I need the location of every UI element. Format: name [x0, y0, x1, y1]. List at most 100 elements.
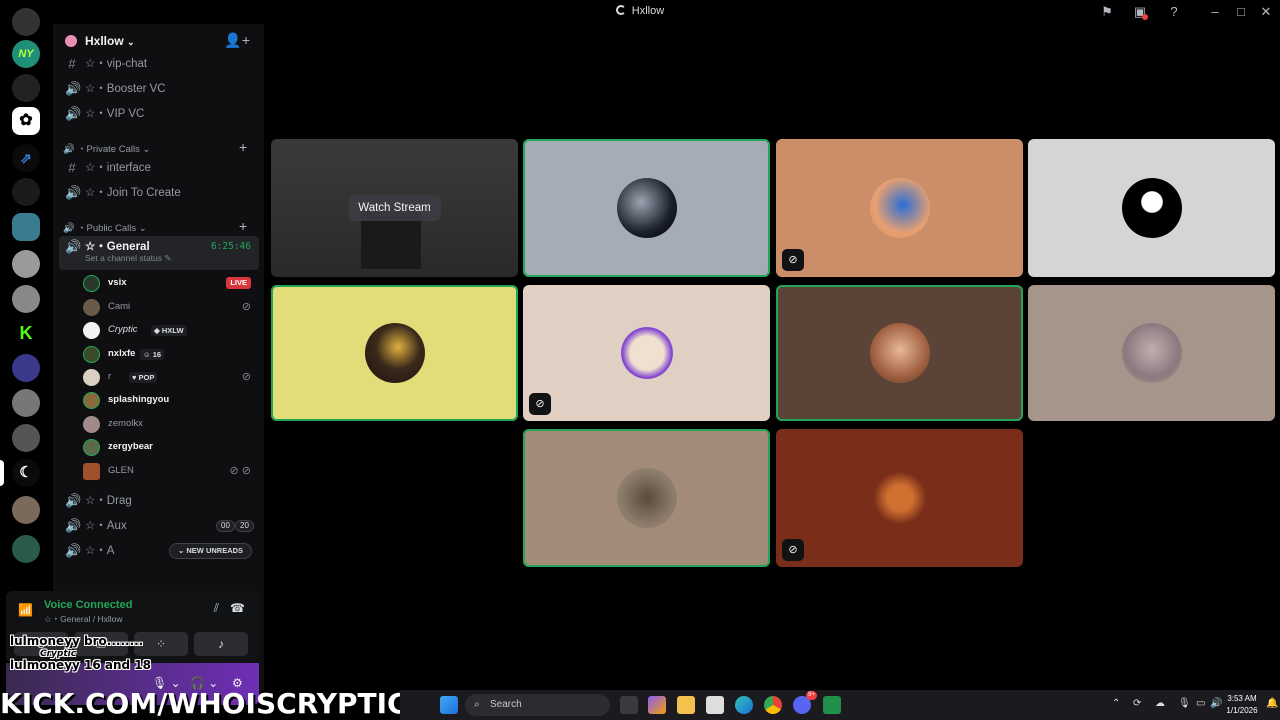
copilot-icon[interactable] — [648, 696, 666, 714]
server-icon[interactable] — [12, 496, 40, 524]
server-tag-text: HXLW — [161, 326, 184, 335]
server-icon[interactable]: ⇗ — [12, 144, 40, 172]
channel-label: ☆・interface — [85, 162, 151, 174]
speaker-icon: 🔊 — [65, 543, 82, 558]
disconnect-icon[interactable]: ☎ — [230, 601, 245, 615]
voice-user[interactable]: Cami ⊘ — [83, 296, 259, 318]
notifications-icon[interactable]: 🔔 — [1266, 698, 1278, 709]
add-channel-icon[interactable]: + — [239, 139, 247, 155]
channel-aux[interactable]: 🔊 ☆・Aux 00 20 — [59, 515, 259, 537]
server-icon-hxllow[interactable]: ☾ — [12, 459, 40, 487]
app-icon[interactable] — [823, 696, 841, 714]
network-icon[interactable]: ☁ — [1155, 698, 1165, 709]
voice-user[interactable]: Cryptic ◆ HXLW — [83, 319, 259, 341]
server-icon[interactable] — [12, 8, 40, 36]
voice-user[interactable]: GLEN ⊘ ⊘ — [83, 460, 259, 482]
channel-status-prompt[interactable]: Set a channel status ✎ — [85, 252, 172, 264]
help-icon[interactable]: ? — [1166, 4, 1182, 20]
invite-people-icon[interactable]: 👤+ — [224, 32, 250, 49]
server-icon[interactable] — [12, 354, 40, 382]
channel-interface[interactable]: # ☆・interface — [59, 157, 259, 179]
channel-general-active[interactable]: 🔊 ☆・General 6:25:46 Set a channel status… — [59, 236, 259, 270]
server-icon[interactable] — [12, 250, 40, 278]
channel-join-to-create[interactable]: 🔊 ☆・Join To Create — [59, 182, 259, 204]
window-title: Hxllow — [0, 5, 1280, 17]
windows-start-icon[interactable] — [440, 696, 458, 714]
edge-icon[interactable] — [735, 696, 753, 714]
tray-overflow-icon[interactable]: ⌃ — [1112, 698, 1120, 709]
server-icon[interactable] — [12, 74, 40, 102]
channel-drag[interactable]: 🔊 ☆・Drag — [59, 490, 259, 512]
server-icon[interactable] — [12, 389, 40, 417]
store-icon[interactable] — [706, 696, 724, 714]
voice-user[interactable]: nxlxfe ☺ 16 — [83, 343, 259, 365]
avatar — [83, 275, 100, 292]
server-icon[interactable] — [12, 285, 40, 313]
server-tag: ◆ HXLW — [151, 325, 187, 336]
server-tag: ♥ POP — [129, 372, 158, 383]
display-icon[interactable]: ▭ — [1196, 698, 1205, 709]
voice-user[interactable]: zemolkx — [83, 413, 259, 435]
voice-user-name: splashingyou — [108, 394, 170, 405]
participant-tile[interactable] — [1028, 285, 1275, 421]
server-icon[interactable] — [12, 178, 40, 206]
server-icon[interactable]: ✿ — [12, 107, 40, 135]
voice-connected-status: Voice Connected — [44, 599, 133, 611]
taskbar-search[interactable]: ⌕ Search — [465, 694, 610, 716]
participant-tile[interactable] — [1028, 139, 1275, 277]
participant-tile[interactable] — [271, 285, 518, 421]
category-public-calls[interactable]: 🔊 ・Public Calls ⌄ + — [63, 218, 247, 234]
speaker-icon: 🔊 — [65, 81, 82, 96]
participant-tile[interactable] — [523, 139, 770, 277]
participant-tile[interactable] — [523, 429, 770, 567]
channel-vip-chat[interactable]: # ☆・vip-chat — [59, 53, 259, 75]
inbox-icon[interactable]: ▣ — [1132, 4, 1148, 20]
category-private-calls[interactable]: 🔊 ・Private Calls ⌄ + — [63, 139, 247, 155]
signal-icon[interactable]: 📶 — [18, 603, 33, 617]
participant-tile[interactable]: ⊘ — [523, 285, 770, 421]
taskbar-clock[interactable]: 3:53 AM 1/1/2026 — [1222, 693, 1262, 717]
avatar — [1121, 323, 1182, 383]
server-icon[interactable] — [12, 535, 40, 563]
chrome-icon[interactable] — [764, 696, 782, 714]
add-channel-icon[interactable]: + — [239, 218, 247, 234]
channel-label: ☆・Join To Create — [85, 187, 181, 199]
discord-icon[interactable]: 9+ — [793, 691, 817, 714]
close-icon[interactable]: ✕ — [1258, 4, 1274, 20]
maximize-icon[interactable]: □ — [1233, 4, 1249, 20]
channel-booster-vc[interactable]: 🔊 ☆・Booster VC — [59, 78, 259, 100]
watch-stream-button[interactable]: Watch Stream — [348, 195, 441, 221]
tray-app-icon[interactable]: ⟳ — [1133, 698, 1141, 709]
minimize-icon[interactable]: – — [1207, 4, 1223, 20]
participant-tile[interactable] — [776, 285, 1023, 421]
voice-user[interactable]: zergybear — [83, 436, 259, 458]
avatar — [1121, 178, 1182, 238]
server-icon-kick[interactable]: K — [12, 319, 40, 347]
avatar — [83, 463, 100, 480]
volume-icon[interactable]: 🔊 — [1210, 698, 1222, 709]
channel-vip-vc[interactable]: 🔊 ☆・VIP VC — [59, 103, 259, 125]
participant-tile[interactable]: ⊘ — [776, 139, 1023, 277]
muted-mic-icon: ⊘ — [241, 371, 251, 383]
server-icon[interactable] — [12, 213, 40, 241]
participant-tile[interactable]: ⊘ — [776, 429, 1023, 567]
stream-tile-vsix[interactable]: Watch Stream — [271, 139, 518, 277]
voice-user-name: zemolkx — [108, 418, 143, 429]
flag-icon[interactable]: ⚑ — [1099, 4, 1115, 20]
voice-user[interactable]: vsix LIVE — [83, 272, 259, 294]
new-unreads-pill[interactable]: ⌄ NEW UNREADS — [169, 543, 253, 559]
speaker-icon: 🔊 — [65, 106, 82, 121]
microphone-tray-icon[interactable]: 🎙 — [1178, 698, 1191, 709]
speaker-icon: 🔊 — [65, 239, 82, 254]
voice-user[interactable]: splashingyou — [83, 389, 259, 411]
avatar — [869, 178, 930, 238]
task-view-icon[interactable] — [620, 696, 638, 714]
user-count-badge: 00 — [216, 520, 235, 532]
soundboard-button[interactable]: ♪ — [194, 632, 248, 656]
server-icon-ny[interactable]: NY — [12, 40, 40, 68]
server-icon[interactable] — [12, 424, 40, 452]
search-placeholder: Search — [490, 699, 522, 710]
noise-suppression-icon[interactable]: ⫽ — [214, 601, 219, 616]
voice-user[interactable]: r ♥ POP ⊘ — [83, 366, 259, 388]
file-explorer-icon[interactable] — [677, 696, 695, 714]
